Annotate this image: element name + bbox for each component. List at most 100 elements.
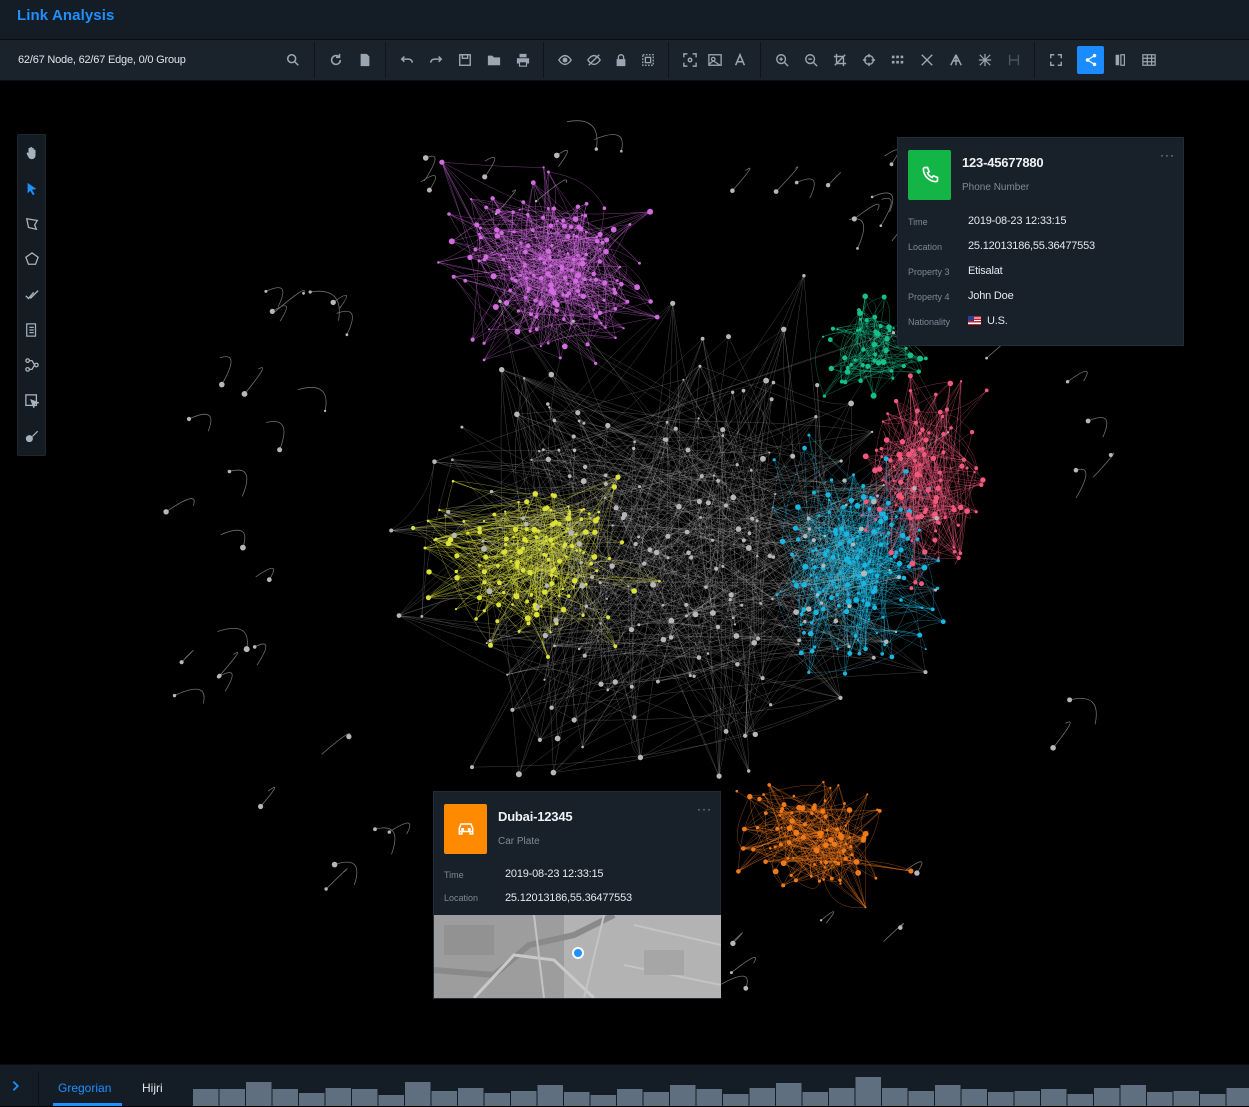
graph-node[interactable] <box>960 380 962 382</box>
graph-node[interactable] <box>484 254 489 259</box>
graph-node[interactable] <box>906 478 908 480</box>
graph-node[interactable] <box>676 504 682 510</box>
graph-node[interactable] <box>730 941 735 946</box>
graph-node[interactable] <box>945 408 949 412</box>
graph-node[interactable] <box>740 604 743 607</box>
graph-node[interactable] <box>611 524 613 526</box>
graph-node[interactable] <box>479 236 483 240</box>
graph-node[interactable] <box>911 539 914 542</box>
graph-node[interactable] <box>880 447 883 450</box>
graph-node[interactable] <box>575 549 578 552</box>
graph-node[interactable] <box>861 571 867 577</box>
graph-node[interactable] <box>845 824 847 826</box>
graph-node[interactable] <box>855 555 860 560</box>
open-folder-button[interactable] <box>480 46 507 74</box>
graph-node[interactable] <box>763 378 769 384</box>
graph-node[interactable] <box>970 430 974 434</box>
histogram-bar[interactable] <box>220 1089 246 1106</box>
graph-node[interactable] <box>889 569 891 571</box>
histogram-bar[interactable] <box>246 1082 272 1106</box>
graph-node[interactable] <box>814 415 817 418</box>
graph-node[interactable] <box>902 364 906 368</box>
graph-node[interactable] <box>924 670 928 674</box>
graph-node[interactable] <box>822 589 825 592</box>
graph-node[interactable] <box>882 616 885 619</box>
graph-node[interactable] <box>603 299 606 302</box>
graph-node[interactable] <box>569 225 573 229</box>
graph-node[interactable] <box>937 557 939 559</box>
graph-node[interactable] <box>625 300 629 304</box>
graph-node[interactable] <box>889 550 894 555</box>
search-button[interactable] <box>279 46 306 74</box>
graph-node[interactable] <box>711 539 714 542</box>
graph-node[interactable] <box>555 575 557 577</box>
graph-node[interactable] <box>612 484 617 489</box>
graph-node[interactable] <box>650 582 656 588</box>
graph-node[interactable] <box>598 682 603 687</box>
graph-node[interactable] <box>633 440 636 443</box>
graph-node[interactable] <box>750 469 753 472</box>
graph-node[interactable] <box>548 406 550 408</box>
graph-node[interactable] <box>411 526 415 530</box>
graph-node[interactable] <box>801 607 806 612</box>
graph-node[interactable] <box>774 845 777 848</box>
graph-node[interactable] <box>797 638 801 642</box>
graph-node[interactable] <box>581 478 587 484</box>
graph-node[interactable] <box>570 544 574 548</box>
graph-node[interactable] <box>876 581 878 583</box>
graph-node[interactable] <box>836 328 838 330</box>
graph-node[interactable] <box>546 457 551 462</box>
graph-node[interactable] <box>941 619 946 624</box>
graph-node[interactable] <box>878 519 884 525</box>
graph-node[interactable] <box>447 212 451 216</box>
graph-node[interactable] <box>565 555 568 558</box>
graph-node[interactable] <box>831 327 835 331</box>
graph-node[interactable] <box>572 434 576 438</box>
redo-button[interactable] <box>422 46 449 74</box>
graph-node[interactable] <box>768 452 770 454</box>
graph-node[interactable] <box>547 342 550 345</box>
graph-node[interactable] <box>818 880 821 883</box>
graph-node[interactable] <box>332 862 338 868</box>
graph-node[interactable] <box>495 213 497 215</box>
graph-node[interactable] <box>828 837 834 843</box>
histogram-bar[interactable] <box>538 1085 564 1106</box>
graph-node[interactable] <box>496 564 500 568</box>
graph-node[interactable] <box>589 562 593 566</box>
graph-node[interactable] <box>525 540 528 543</box>
graph-node[interactable] <box>572 320 575 323</box>
graph-node[interactable] <box>529 272 531 274</box>
graph-node[interactable] <box>509 560 512 563</box>
graph-node[interactable] <box>863 453 869 459</box>
graph-node[interactable] <box>446 510 450 514</box>
graph-node[interactable] <box>581 746 584 749</box>
graph-node[interactable] <box>835 827 839 831</box>
graph-node[interactable] <box>452 533 457 538</box>
histogram-bar[interactable] <box>617 1089 643 1106</box>
graph-node[interactable] <box>561 219 565 223</box>
graph-node[interactable] <box>863 831 869 837</box>
histogram-bar[interactable] <box>803 1092 829 1106</box>
graph-node[interactable] <box>863 647 868 652</box>
graph-node[interactable] <box>545 535 548 538</box>
graph-node[interactable] <box>474 222 479 227</box>
graph-node[interactable] <box>730 188 735 193</box>
graph-node[interactable] <box>566 282 569 285</box>
graph-node[interactable] <box>924 438 929 443</box>
graph-node[interactable] <box>521 200 525 204</box>
graph-node[interactable] <box>576 225 581 230</box>
graph-node[interactable] <box>623 327 625 329</box>
graph-node[interactable] <box>173 694 176 697</box>
graph-node[interactable] <box>582 551 585 554</box>
graph-node[interactable] <box>455 570 458 573</box>
graph-node[interactable] <box>787 840 792 845</box>
graph-node[interactable] <box>388 830 391 833</box>
graph-node[interactable] <box>920 427 925 432</box>
graph-node[interactable] <box>514 412 520 418</box>
histogram-bar[interactable] <box>1068 1094 1094 1106</box>
graph-node[interactable] <box>836 647 839 650</box>
graph-node[interactable] <box>483 555 488 560</box>
graph-node[interactable] <box>549 581 554 586</box>
graph-node[interactable] <box>620 150 623 153</box>
path-tool[interactable] <box>21 354 43 376</box>
